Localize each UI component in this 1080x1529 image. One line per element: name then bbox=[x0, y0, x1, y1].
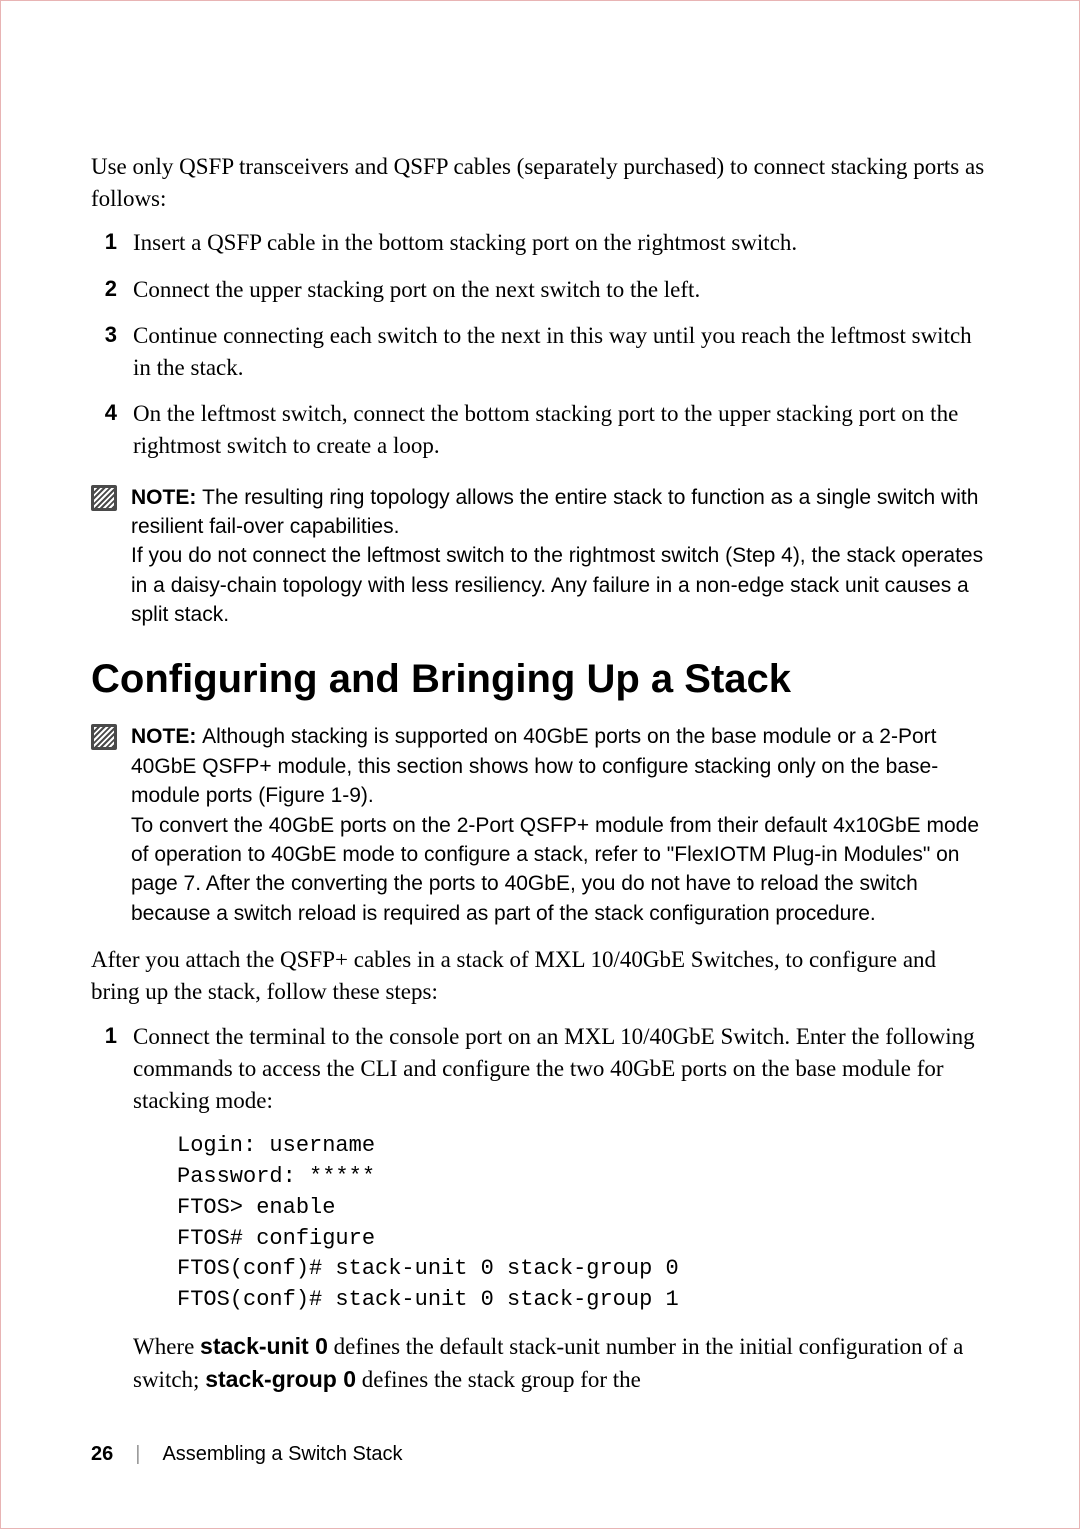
list-text: Insert a QSFP cable in the bottom stacki… bbox=[133, 227, 989, 259]
step-text: Connect the terminal to the console port… bbox=[133, 1024, 975, 1113]
trailing-post: defines the stack group for the bbox=[356, 1367, 641, 1392]
footer-title: Assembling a Switch Stack bbox=[162, 1443, 402, 1466]
trailing-pre: Where bbox=[133, 1334, 200, 1359]
list-text-container: Connect the terminal to the console port… bbox=[133, 1021, 989, 1397]
code-block: Login: username Password: ***** FTOS> en… bbox=[177, 1131, 989, 1316]
page-footer: 26 | Assembling a Switch Stack bbox=[91, 1443, 403, 1466]
list-item: 2 Connect the upper stacking port on the… bbox=[91, 274, 989, 306]
note-label: NOTE: bbox=[131, 725, 202, 748]
list-number: 2 bbox=[91, 274, 133, 306]
trailing-paragraph: Where stack-unit 0 defines the default s… bbox=[133, 1330, 989, 1396]
note-icon bbox=[91, 724, 117, 750]
footer-divider: | bbox=[135, 1443, 140, 1466]
steps-list-2: 1 Connect the terminal to the console po… bbox=[91, 1021, 989, 1397]
note-body: The resulting ring topology allows the e… bbox=[131, 486, 983, 627]
list-item: 3 Continue connecting each switch to the… bbox=[91, 320, 989, 384]
stack-unit-bold: stack-unit 0 bbox=[200, 1333, 328, 1359]
note-text: NOTE: Although stacking is supported on … bbox=[131, 722, 989, 928]
after-note-paragraph: After you attach the QSFP+ cables in a s… bbox=[91, 944, 989, 1008]
steps-list-1: 1 Insert a QSFP cable in the bottom stac… bbox=[91, 227, 989, 462]
list-number: 1 bbox=[91, 1021, 133, 1397]
note-icon bbox=[91, 485, 117, 511]
stack-group-bold: stack-group 0 bbox=[205, 1366, 356, 1392]
note-body: Although stacking is supported on 40GbE … bbox=[131, 725, 979, 924]
note-block-1: NOTE: The resulting ring topology allows… bbox=[91, 483, 989, 630]
list-item: 1 Insert a QSFP cable in the bottom stac… bbox=[91, 227, 989, 259]
list-item: 4 On the leftmost switch, connect the bo… bbox=[91, 398, 989, 462]
note-block-2: NOTE: Although stacking is supported on … bbox=[91, 722, 989, 928]
list-text: On the leftmost switch, connect the bott… bbox=[133, 398, 989, 462]
list-text: Connect the upper stacking port on the n… bbox=[133, 274, 989, 306]
note-text: NOTE: The resulting ring topology allows… bbox=[131, 483, 989, 630]
list-text: Continue connecting each switch to the n… bbox=[133, 320, 989, 384]
document-page: Use only QSFP transceivers and QSFP cabl… bbox=[1, 1, 1079, 1470]
page-number: 26 bbox=[91, 1443, 113, 1466]
note-label: NOTE: bbox=[131, 486, 202, 509]
list-item: 1 Connect the terminal to the console po… bbox=[91, 1021, 989, 1397]
intro-paragraph: Use only QSFP transceivers and QSFP cabl… bbox=[91, 151, 989, 215]
list-number: 1 bbox=[91, 227, 133, 259]
list-number: 4 bbox=[91, 398, 133, 462]
list-number: 3 bbox=[91, 320, 133, 384]
section-heading: Configuring and Bringing Up a Stack bbox=[91, 657, 989, 702]
